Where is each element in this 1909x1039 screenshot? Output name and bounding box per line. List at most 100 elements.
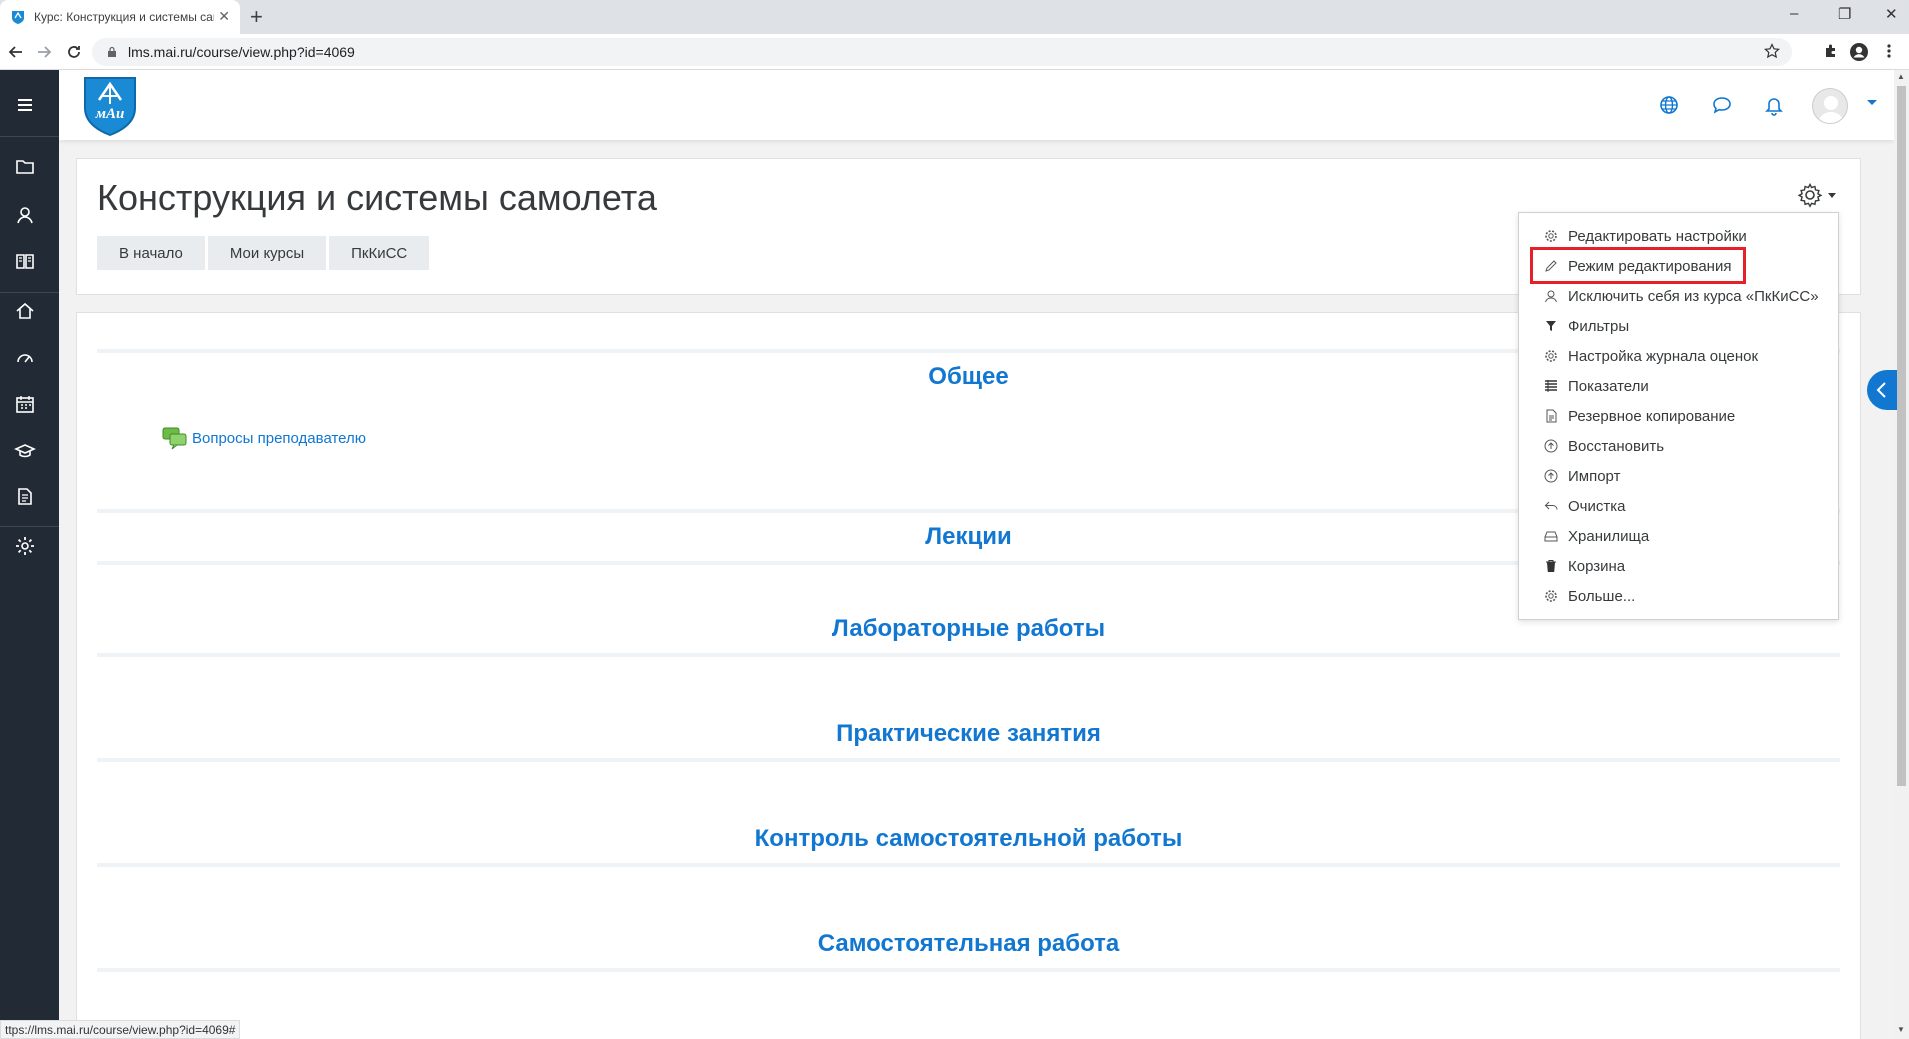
editing-mode-highlight-box: [1530, 247, 1746, 284]
browser-address-bar: lms.mai.ru/course/view.php?id=4069: [0, 34, 1909, 70]
chevron-down-icon: [1828, 192, 1836, 198]
breadcrumb-item-course[interactable]: ПкКиСС: [329, 236, 430, 270]
section-practice: Практические занятия: [97, 720, 1840, 762]
section-divider: [97, 863, 1840, 867]
section-independent-work: Самостоятельная работа: [97, 930, 1840, 972]
gear-icon: [1797, 183, 1823, 208]
graduation-cap-icon[interactable]: [14, 440, 36, 462]
menu-item-restore[interactable]: Восстановить: [1519, 431, 1840, 461]
menu-item-label: Больше...: [1568, 587, 1636, 605]
language-globe-icon[interactable]: [1658, 94, 1680, 116]
section-divider: [97, 758, 1840, 762]
files-icon[interactable]: [14, 485, 36, 507]
drawer-divider: [0, 136, 59, 137]
close-window-button[interactable]: ✕: [1885, 5, 1898, 23]
menu-item-reset[interactable]: Очистка: [1519, 491, 1840, 521]
notifications-bell-icon[interactable]: [1763, 94, 1785, 116]
new-tab-button[interactable]: +: [250, 4, 263, 30]
participants-icon[interactable]: [14, 204, 36, 226]
user-icon: [1545, 290, 1557, 303]
menu-item-label: Фильтры: [1568, 317, 1630, 335]
lock-icon: [108, 46, 116, 57]
minimize-button[interactable]: –: [1790, 5, 1798, 22]
breadcrumb: В начало Мои курсы ПкКиСС: [97, 236, 432, 270]
browser-tab[interactable]: Курс: Конструкция и системы самолета ✕: [0, 0, 240, 34]
drawer-divider: [0, 292, 59, 293]
section-independent-control: Контроль самостоятельной работы: [97, 825, 1840, 867]
gear-icon: [1545, 230, 1557, 242]
forward-icon[interactable]: [36, 44, 52, 60]
trash-icon: [1546, 560, 1556, 572]
messages-icon[interactable]: [1711, 94, 1733, 116]
menu-item-label: Импорт: [1568, 467, 1621, 485]
mai-favicon-icon: [12, 11, 24, 24]
svg-text:мАи: мАи: [95, 106, 125, 122]
upload-icon: [1544, 469, 1558, 483]
filter-icon: [1546, 321, 1556, 331]
calendar-icon[interactable]: [14, 393, 36, 415]
reload-icon[interactable]: [66, 44, 82, 60]
right-drawer-toggle[interactable]: [1867, 370, 1897, 410]
undo-icon: [1544, 501, 1558, 510]
activity-forum[interactable]: Вопросы преподавателю: [162, 426, 366, 450]
section-title[interactable]: Практические занятия: [97, 720, 1840, 748]
activity-link[interactable]: Вопросы преподавателю: [192, 430, 366, 447]
breadcrumb-item-my-courses[interactable]: Мои курсы: [207, 236, 327, 270]
user-avatar[interactable]: [1812, 88, 1848, 124]
file-icon: [1546, 409, 1557, 423]
dashboard-icon[interactable]: [14, 347, 36, 369]
course-actions-button[interactable]: [1797, 181, 1837, 209]
menu-item-label: Редактировать настройки: [1568, 227, 1747, 245]
book-icon[interactable]: [14, 250, 36, 272]
drive-icon: [1544, 531, 1558, 542]
url-text: lms.mai.ru/course/view.php?id=4069: [128, 44, 355, 60]
section-title[interactable]: Контроль самостоятельной работы: [97, 825, 1840, 853]
chevron-left-icon: [1876, 382, 1886, 398]
extensions-icon[interactable]: [1823, 43, 1839, 59]
site-navbar: мАи: [59, 70, 1894, 140]
user-menu-chevron-down-icon[interactable]: [1867, 100, 1877, 105]
url-field[interactable]: lms.mai.ru/course/view.php?id=4069: [92, 38, 1792, 66]
profile-icon[interactable]: [1849, 42, 1869, 62]
menu-item-recycle-bin[interactable]: Корзина: [1519, 551, 1840, 581]
hamburger-menu-icon[interactable]: [14, 94, 36, 116]
gear-icon: [1545, 350, 1557, 362]
section-labs: Лабораторные работы: [97, 615, 1840, 657]
menu-item-label: Корзина: [1568, 557, 1626, 575]
browser-menu-icon[interactable]: [1886, 43, 1892, 59]
menu-item-unenrol[interactable]: Исключить себя из курса «ПкКиСС»: [1519, 281, 1840, 311]
folder-icon[interactable]: [14, 156, 36, 178]
avatar-silhouette-icon: [1818, 96, 1844, 123]
status-bar-url: ttps://lms.mai.ru/course/view.php?id=406…: [0, 1020, 241, 1039]
scrollbar-thumb[interactable]: [1897, 86, 1906, 786]
menu-item-label: Восстановить: [1568, 437, 1665, 455]
section-title[interactable]: Самостоятельная работа: [97, 930, 1840, 958]
page-title: Конструкция и системы самолета: [97, 177, 657, 218]
menu-item-label: Очистка: [1568, 497, 1626, 515]
browser-tab-bar: Курс: Конструкция и системы самолета ✕ +…: [0, 0, 1909, 34]
home-icon[interactable]: [14, 300, 36, 322]
page-scrollbar[interactable]: ▲ ▼: [1894, 70, 1909, 1039]
back-icon[interactable]: [8, 44, 24, 60]
bookmark-star-icon[interactable]: [1764, 43, 1780, 59]
section-divider: [97, 968, 1840, 972]
menu-item-filters[interactable]: Фильтры: [1519, 311, 1840, 341]
close-tab-icon[interactable]: ✕: [218, 8, 230, 25]
menu-item-import[interactable]: Импорт: [1519, 461, 1840, 491]
restore-button[interactable]: ❐: [1838, 5, 1851, 23]
tab-title: Курс: Конструкция и системы самолета: [34, 10, 214, 24]
table-icon: [1545, 380, 1557, 392]
menu-item-backup[interactable]: Резервное копирование: [1519, 401, 1840, 431]
scroll-down-arrow-icon[interactable]: ▼: [1897, 1025, 1905, 1034]
gear-icon[interactable]: [14, 535, 36, 557]
mai-logo[interactable]: мАи: [77, 72, 143, 138]
menu-item-label: Хранилища: [1568, 527, 1650, 545]
menu-item-more[interactable]: Больше...: [1519, 581, 1840, 611]
scroll-up-arrow-icon[interactable]: ▲: [1897, 72, 1905, 81]
menu-item-outcomes[interactable]: Показатели: [1519, 371, 1840, 401]
breadcrumb-item-home[interactable]: В начало: [97, 236, 205, 270]
menu-item-gradebook-setup[interactable]: Настройка журнала оценок: [1519, 341, 1840, 371]
menu-item-repositories[interactable]: Хранилища: [1519, 521, 1840, 551]
menu-item-label: Настройка журнала оценок: [1568, 347, 1759, 365]
menu-item-label: Исключить себя из курса «ПкКиСС»: [1568, 287, 1819, 305]
